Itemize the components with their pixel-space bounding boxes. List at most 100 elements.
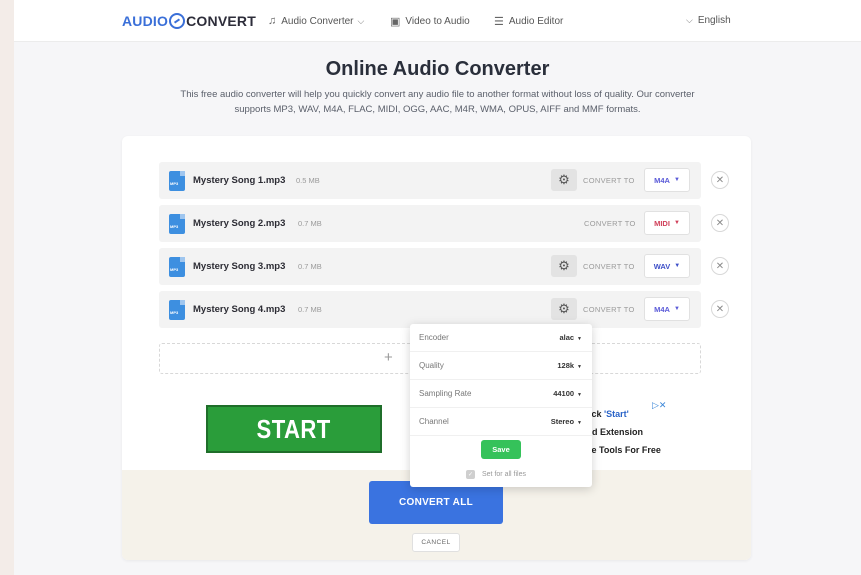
quality-select[interactable]: 128k ▼ <box>557 361 582 370</box>
remove-file-button[interactable]: ✕ <box>711 171 729 189</box>
mp3-file-icon <box>169 171 185 191</box>
settings-gear-button[interactable]: ⚙ <box>551 298 577 320</box>
set-for-all-files-label: Set for all files <box>482 471 526 478</box>
channel-row[interactable]: Channel Stereo ▼ <box>410 408 592 436</box>
file-size: 0.7 MB <box>298 219 322 228</box>
format-dropdown[interactable]: MIDI ▼ <box>644 211 690 235</box>
file-row: Mystery Song 4.mp3 0.7 MB ⚙ CONVERT TO M… <box>159 291 701 328</box>
remove-file-button[interactable]: ✕ <box>711 257 729 275</box>
format-dropdown[interactable]: M4A ▼ <box>644 168 690 192</box>
caret-down-icon: ▼ <box>673 306 680 312</box>
logo-text-right: CONVERT <box>186 13 256 29</box>
quality-value: 128k <box>557 361 575 370</box>
nav-audio-editor[interactable]: ☰ Audio Editor <box>494 15 563 28</box>
file-size: 0.5 MB <box>296 176 320 185</box>
save-settings-button[interactable]: Save <box>481 440 521 459</box>
sliders-icon: ☰ <box>494 16 504 28</box>
page-title: Online Audio Converter <box>325 58 550 80</box>
nav-video-to-audio-label: Video to Audio <box>405 16 470 27</box>
encoder-settings-popup: Encoder alac ▼ Quality 128k ▼ Sampling Rat… <box>410 324 592 487</box>
play-icon: ▣ <box>390 16 401 28</box>
language-selector[interactable]: ⌵ English <box>686 15 731 26</box>
remove-file-button[interactable]: ✕ <box>711 214 729 232</box>
chevron-down-icon: ⌵ <box>686 15 693 25</box>
format-value: M4A <box>654 304 670 314</box>
ad-line-3: Use Tools For Free <box>580 445 661 455</box>
close-icon: ✕ <box>715 303 725 315</box>
caret-down-icon: ▼ <box>577 392 582 398</box>
convert-to-label: CONVERT TO <box>583 305 635 314</box>
plus-icon: + <box>384 349 393 366</box>
mp3-file-icon <box>169 257 185 277</box>
format-value: WAV <box>653 261 671 271</box>
format-dropdown[interactable]: M4A ▼ <box>644 297 690 321</box>
sampling-rate-label: Sampling Rate <box>419 389 472 398</box>
gear-icon: ⚙ <box>558 258 570 273</box>
cancel-button[interactable]: CANCEL <box>412 533 460 552</box>
nav-audio-converter-label: Audio Converter <box>281 15 354 27</box>
remove-file-button[interactable]: ✕ <box>711 300 729 318</box>
convert-to-label: CONVERT TO <box>584 219 636 228</box>
quality-row[interactable]: Quality 128k ▼ <box>410 352 592 380</box>
encoder-value: alac <box>559 333 575 342</box>
sampling-rate-value: 44100 <box>553 389 575 398</box>
language-label: English <box>697 15 731 26</box>
channel-label: Channel <box>419 417 449 426</box>
settings-gear-button[interactable]: ⚙ <box>551 169 577 191</box>
set-for-all-files-checkbox[interactable]: ✓ Set for all files <box>466 470 526 479</box>
file-name: Mystery Song 1.mp3 <box>193 175 286 186</box>
channel-select[interactable]: Stereo ▼ <box>551 417 582 426</box>
caret-down-icon: ▼ <box>674 263 681 269</box>
file-row: Mystery Song 1.mp3 0.5 MB ⚙ CONVERT TO M… <box>159 162 701 199</box>
nav-audio-converter[interactable]: ♫ Audio Converter ⌵ <box>268 15 364 27</box>
close-icon: ✕ <box>715 260 725 272</box>
convert-all-button[interactable]: CONVERT ALL <box>369 481 503 524</box>
encoder-label: Encoder <box>419 333 449 342</box>
logo[interactable]: AUDIO CONVERT <box>122 13 256 29</box>
page: AUDIO CONVERT ♫ Audio Converter ⌵ ▣ Vide… <box>14 0 861 575</box>
ad-start-label: START <box>256 413 332 444</box>
top-navigation: AUDIO CONVERT ♫ Audio Converter ⌵ ▣ Vide… <box>14 0 861 42</box>
nav-audio-editor-label: Audio Editor <box>508 16 564 27</box>
logo-mark-icon <box>169 13 186 29</box>
convert-to-label: CONVERT TO <box>583 262 635 271</box>
ad-start-button[interactable]: START <box>206 405 382 453</box>
page-subtitle: This free audio converter will help you … <box>134 87 741 117</box>
nav-video-to-audio[interactable]: ▣ Video to Audio <box>390 15 470 28</box>
caret-down-icon: ▼ <box>673 177 680 183</box>
mp3-file-icon <box>169 300 185 320</box>
quality-label: Quality <box>419 361 444 370</box>
caret-down-icon: ▼ <box>673 220 680 226</box>
ad-line-2: Add Extension <box>580 427 644 437</box>
sampling-rate-row[interactable]: Sampling Rate 44100 ▼ <box>410 380 592 408</box>
file-name: Mystery Song 4.mp3 <box>193 304 286 315</box>
settings-gear-button[interactable]: ⚙ <box>551 255 577 277</box>
music-note-icon: ♫ <box>268 15 277 27</box>
file-size: 0.7 MB <box>298 305 322 314</box>
channel-value: Stereo <box>550 417 575 426</box>
caret-down-icon: ▼ <box>577 364 582 370</box>
format-value: M4A <box>654 175 670 185</box>
encoder-select[interactable]: alac ▼ <box>559 333 582 342</box>
mp3-file-icon <box>169 214 185 234</box>
format-value: MIDI <box>654 218 670 228</box>
subtitle-line-2: supports MP3, WAV, M4A, FLAC, MIDI, OGG,… <box>234 104 641 115</box>
caret-down-icon: ▼ <box>577 336 582 342</box>
file-row: Mystery Song 3.mp3 0.7 MB ⚙ CONVERT TO W… <box>159 248 701 285</box>
close-icon: ✕ <box>715 174 725 186</box>
ad-line-1: Click 'Start' <box>580 405 661 423</box>
logo-text-left: AUDIO <box>122 13 169 29</box>
encoder-row[interactable]: Encoder alac ▼ <box>410 324 592 352</box>
caret-down-icon: ▼ <box>577 420 582 426</box>
convert-to-label: CONVERT TO <box>583 176 635 185</box>
ad-text[interactable]: Click 'Start' Add Extension Use Tools Fo… <box>580 405 661 459</box>
file-size: 0.7 MB <box>298 262 322 271</box>
format-dropdown[interactable]: WAV ▼ <box>644 254 690 278</box>
checkbox-check-icon: ✓ <box>466 470 475 479</box>
gear-icon: ⚙ <box>558 301 570 316</box>
ad-line-1-quote: 'Start' <box>604 409 629 419</box>
close-icon: ✕ <box>715 217 725 229</box>
subtitle-line-1: This free audio converter will help you … <box>180 89 695 100</box>
sampling-rate-select[interactable]: 44100 ▼ <box>553 389 582 398</box>
chevron-down-icon: ⌵ <box>357 15 365 26</box>
